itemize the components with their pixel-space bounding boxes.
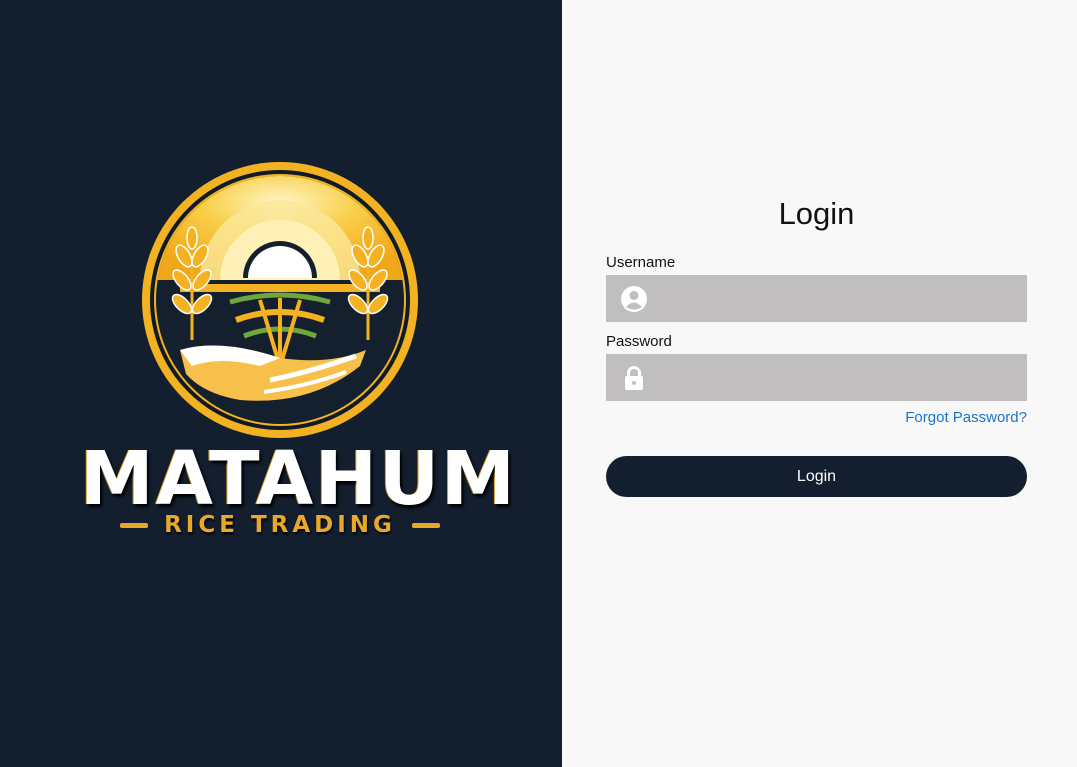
login-title: Login xyxy=(778,196,855,231)
password-input[interactable] xyxy=(648,354,1027,401)
brand-tagline: RICE TRADING xyxy=(164,512,396,538)
user-circle-icon xyxy=(620,285,648,313)
password-field-box[interactable] xyxy=(606,354,1027,401)
login-panel: Login Username Password Forgot Password?… xyxy=(562,0,1077,767)
brand-name: MATAHUM xyxy=(80,436,517,522)
login-button[interactable]: Login xyxy=(606,456,1027,497)
tagline-dash-right xyxy=(411,522,440,528)
username-label: Username xyxy=(606,254,676,271)
password-label: Password xyxy=(606,333,672,350)
login-page: MATAHUM RICE TRADING Login Username Pass… xyxy=(0,0,1077,767)
brand-panel: MATAHUM RICE TRADING xyxy=(0,0,562,767)
tagline-dash-left xyxy=(120,522,149,528)
brand-tagline-row: RICE TRADING xyxy=(80,512,480,538)
rice-field-emblem-icon xyxy=(142,162,418,438)
username-field-box[interactable] xyxy=(606,275,1027,322)
username-input[interactable] xyxy=(648,275,1027,322)
brand-logo: MATAHUM RICE TRADING xyxy=(80,160,517,550)
lock-icon xyxy=(620,364,648,392)
forgot-password-link[interactable]: Forgot Password? xyxy=(905,409,1027,426)
